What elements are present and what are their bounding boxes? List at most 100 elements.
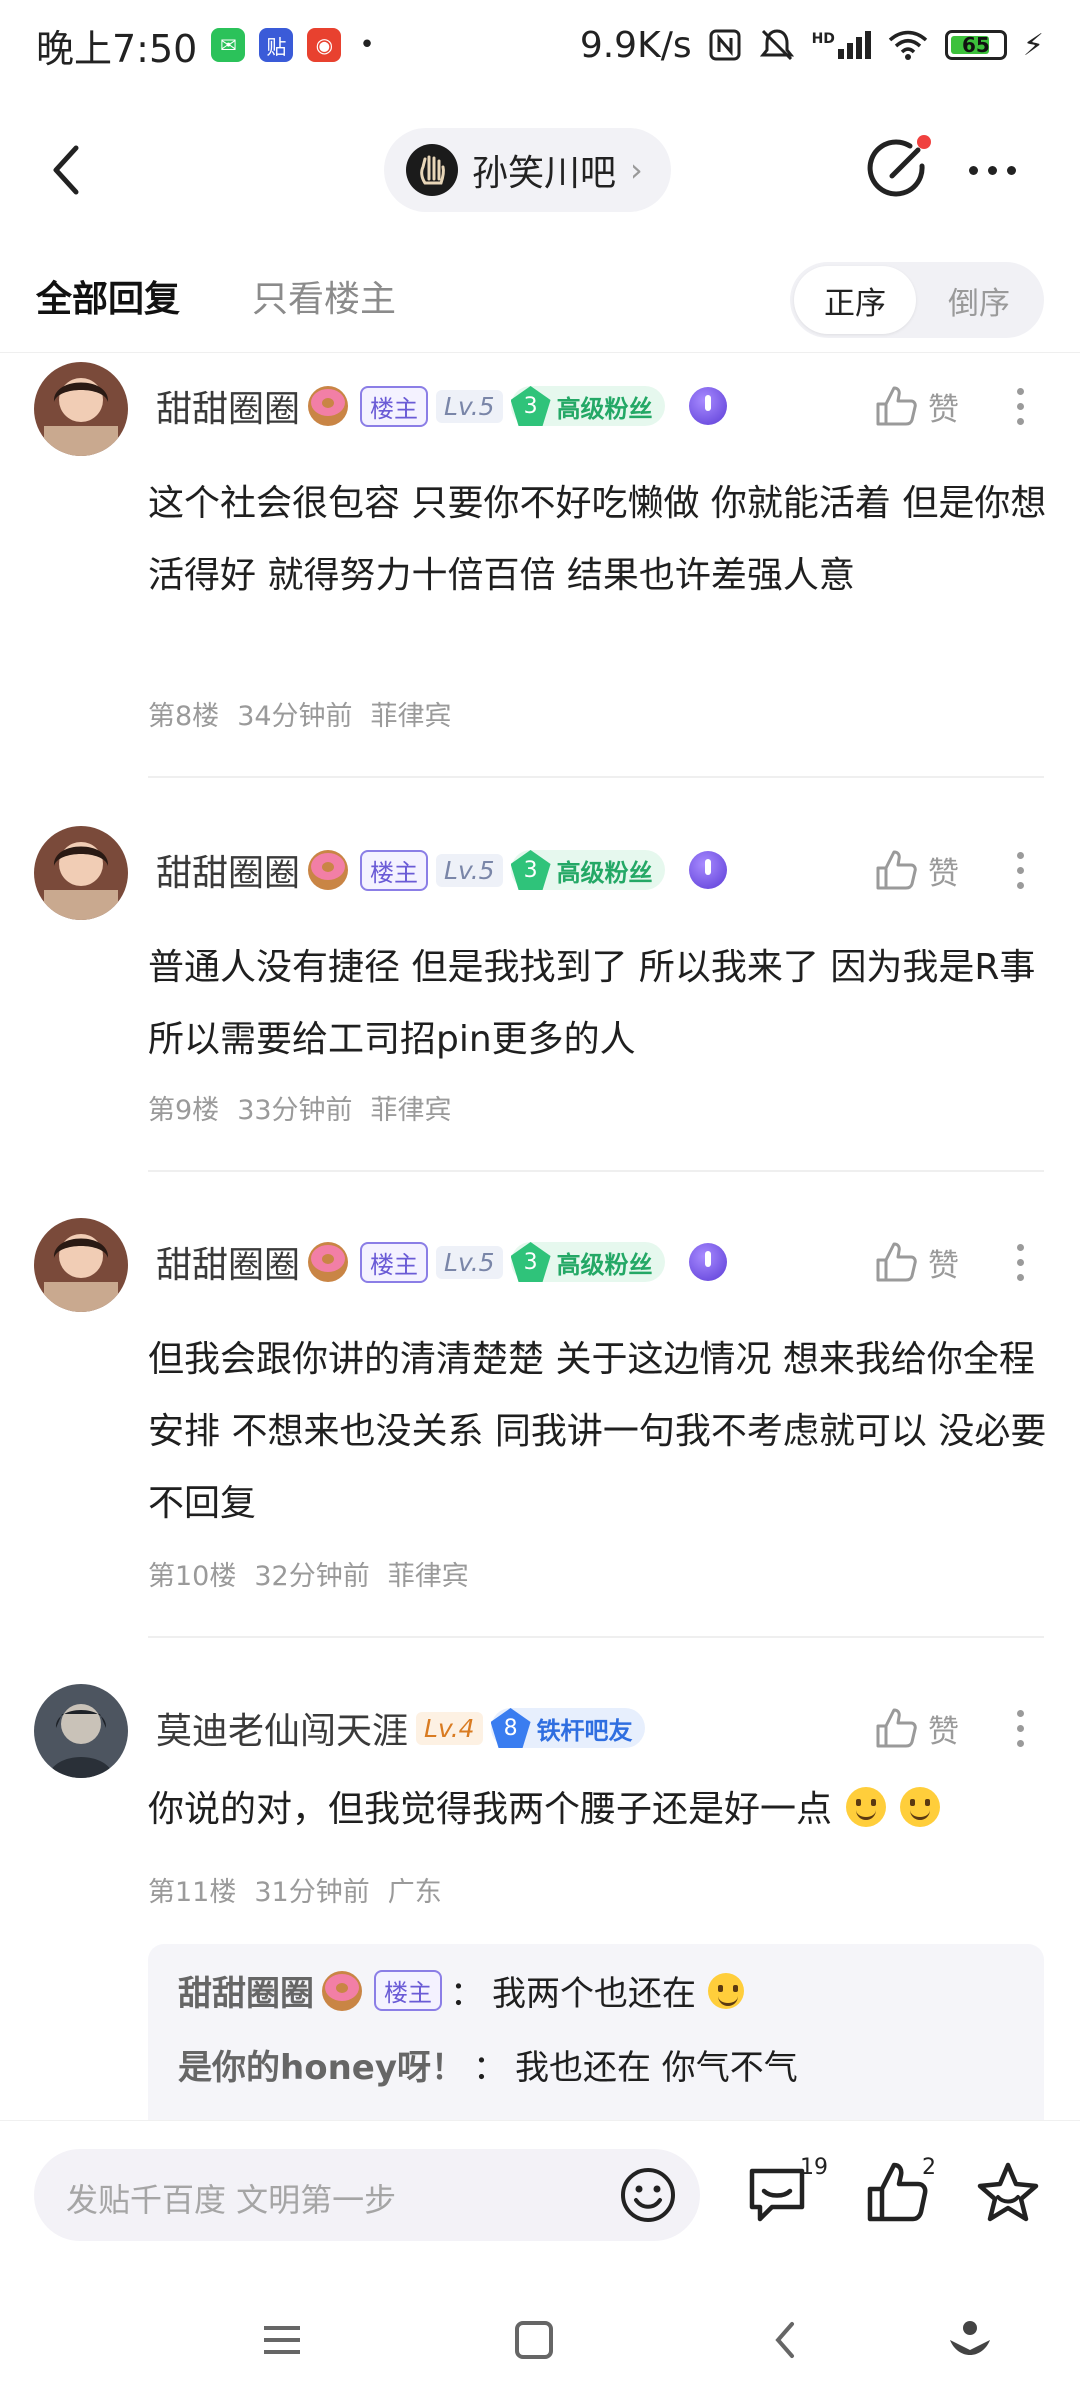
post-divider <box>148 1170 1044 1172</box>
sub-reply-box[interactable]: 甜甜圈圈 楼主 ： 我两个也还在 是你的honey呀！ ： 我也还在 你气不气 <box>148 1944 1044 2144</box>
donut-icon <box>308 386 349 426</box>
avatar[interactable] <box>34 826 128 920</box>
post-meta: 第8楼 34分钟前 菲律宾 <box>148 694 452 733</box>
assistant-icon[interactable] <box>940 2310 1000 2370</box>
like-button[interactable]: 赞 <box>874 376 959 436</box>
netease-music-icon: ◉ <box>307 28 342 62</box>
level-badge: Lv.5 <box>436 389 503 423</box>
fan-level: 3 <box>510 1242 551 1282</box>
smile-emoji-icon <box>708 1972 744 2009</box>
tab-owner-only[interactable]: 只看楼主 <box>252 270 396 322</box>
fan-badge: 8 铁杆吧友 <box>490 1708 645 1748</box>
post-time: 34分钟前 <box>237 701 353 732</box>
owner-badge: 楼主 <box>360 1241 429 1283</box>
username[interactable]: 甜甜圈圈 <box>156 1236 300 1288</box>
thumbs-up-icon <box>876 1242 917 1282</box>
nfc-icon <box>709 29 741 61</box>
back-icon[interactable] <box>36 138 100 202</box>
sort-ascending-button[interactable]: 正序 <box>794 266 916 334</box>
reply-author[interactable]: 是你的honey呀！ <box>178 2040 465 2089</box>
fan-badge: 3 高级粉丝 <box>510 1242 665 1282</box>
sort-order-toggle: 正序 倒序 <box>790 262 1044 338</box>
thumbs-up-icon <box>876 850 917 890</box>
tab-all-replies[interactable]: 全部回复 <box>36 270 180 322</box>
hand-icon <box>420 155 445 185</box>
post-location: 菲律宾 <box>387 1561 469 1592</box>
reply-text: 我也还在 你气不气 <box>515 2048 798 2088</box>
post-more-button[interactable] <box>1000 1232 1040 1292</box>
like-button[interactable]: 赞 <box>874 1232 959 1292</box>
owner-badge: 楼主 <box>360 385 429 427</box>
more-options-button[interactable] <box>958 138 1026 202</box>
floor-number: 第9楼 <box>148 1095 220 1126</box>
level-badge: Lv.5 <box>436 853 503 887</box>
fan-level: 8 <box>490 1708 531 1748</box>
sort-descending-button[interactable]: 倒序 <box>918 266 1040 334</box>
reply-input-placeholder: 发贴千百度 文明第一步 <box>66 2181 397 2219</box>
avatar[interactable] <box>34 362 128 456</box>
forum-entry-button[interactable]: 孙笑川吧 › <box>384 128 671 212</box>
level-badge: Lv.5 <box>436 1245 503 1279</box>
bottom-action-bar: 发贴千百度 文明第一步 19 2 <box>0 2120 1080 2280</box>
username[interactable]: 甜甜圈圈 <box>156 844 300 896</box>
author-row: 莫迪老仙闯天涯 Lv.4 8 铁杆吧友 <box>156 1702 645 1754</box>
owner-badge: 楼主 <box>374 1970 442 2011</box>
post-more-button[interactable] <box>1000 840 1040 900</box>
post-more-button[interactable] <box>1000 376 1040 436</box>
smile-emoji-icon <box>846 1787 887 1827</box>
reply-post: 莫迪老仙闯天涯 Lv.4 8 铁杆吧友 赞 你说的对，但我觉得我两个腰子还是好一… <box>0 1684 1080 1934</box>
thumbs-up-icon <box>876 386 917 426</box>
star-icon[interactable] <box>972 2157 1044 2229</box>
level-badge: Lv.4 <box>416 1711 483 1745</box>
fan-title: 高级粉丝 <box>556 858 653 887</box>
post-time: 32分钟前 <box>254 1561 370 1592</box>
author-row: 甜甜圈圈 楼主 Lv.5 3 高级粉丝 <box>156 380 727 432</box>
reply-post: 甜甜圈圈 楼主 Lv.5 3 高级粉丝 赞 这个社会很包容 只要你不好吃懒做 你… <box>0 362 1080 782</box>
back-nav-icon[interactable] <box>756 2310 816 2370</box>
username[interactable]: 莫迪老仙闯天涯 <box>156 1702 408 1754</box>
post-meta: 第10楼 32分钟前 菲律宾 <box>148 1554 469 1593</box>
like-button[interactable]: 赞 <box>874 1698 959 1758</box>
post-content: 普通人没有捷径 但是我找到了 所以我来了 因为我是R事 所以需要给工司招pin更… <box>148 947 1036 1060</box>
reply-post: 甜甜圈圈 楼主 Lv.5 3 高级粉丝 赞 但我会跟你讲的清清楚楚 关于这边情况… <box>0 1218 1080 1638</box>
reply-separator: ： <box>450 1974 484 2014</box>
forum-name: 孙笑川吧 <box>472 153 617 194</box>
net-speed: 9.9K/s <box>579 24 692 66</box>
battery-level: 65 <box>962 33 990 57</box>
sub-reply: 是你的honey呀！ ： 我也还在 你气不气 <box>178 2040 798 2089</box>
floor-number: 第11楼 <box>148 1877 237 1908</box>
thumbs-up-icon <box>876 1708 917 1748</box>
home-icon[interactable] <box>504 2310 564 2370</box>
wifi-icon <box>888 30 928 60</box>
comment-count: 19 <box>800 2155 828 2180</box>
system-nav-bar <box>0 2280 1080 2400</box>
post-time: 31分钟前 <box>254 1877 370 1908</box>
post-more-button[interactable] <box>1000 1698 1040 1758</box>
post-divider <box>148 1636 1044 1638</box>
reply-input[interactable]: 发贴千百度 文明第一步 <box>34 2149 700 2241</box>
post-location: 菲律宾 <box>370 1095 452 1126</box>
donut-icon <box>322 1970 362 2011</box>
floor-number: 第8楼 <box>148 701 220 732</box>
reply-author[interactable]: 甜甜圈圈 <box>178 1966 314 2015</box>
menu-icon[interactable] <box>252 2310 312 2370</box>
username[interactable]: 甜甜圈圈 <box>156 380 300 432</box>
mute-icon <box>759 29 794 61</box>
status-time: 晚上7:50 <box>36 26 198 71</box>
compose-icon[interactable] <box>862 132 934 204</box>
reply-tabs: 全部回复 只看楼主 正序 倒序 <box>0 256 1080 352</box>
post-content: 你说的对，但我觉得我两个腰子还是好一点 <box>148 1774 1048 1846</box>
tabs-divider <box>0 352 1080 353</box>
donut-icon <box>308 850 349 890</box>
avatar[interactable] <box>34 1684 128 1778</box>
avatar[interactable] <box>34 1218 128 1312</box>
fan-title: 高级粉丝 <box>556 1250 653 1279</box>
emoji-icon[interactable] <box>616 2163 680 2227</box>
battery-icon: 65 <box>944 30 1007 60</box>
like-button[interactable]: 赞 <box>874 840 959 900</box>
gem-badge-icon <box>688 387 727 425</box>
post-content: 这个社会很包容 只要你不好吃懒做 你就能活着 但是你想活得好 就得努力十倍百倍 … <box>148 483 1047 596</box>
post-meta: 第11楼 31分钟前 广东 <box>148 1870 442 1909</box>
reply-post: 甜甜圈圈 楼主 Lv.5 3 高级粉丝 赞 普通人没有捷径 但是我找到了 所以我… <box>0 826 1080 1176</box>
post-content: 但我会跟你讲的清清楚楚 关于这边情况 想来我给你全程安排 不想来也没关系 同我讲… <box>148 1339 1047 1524</box>
